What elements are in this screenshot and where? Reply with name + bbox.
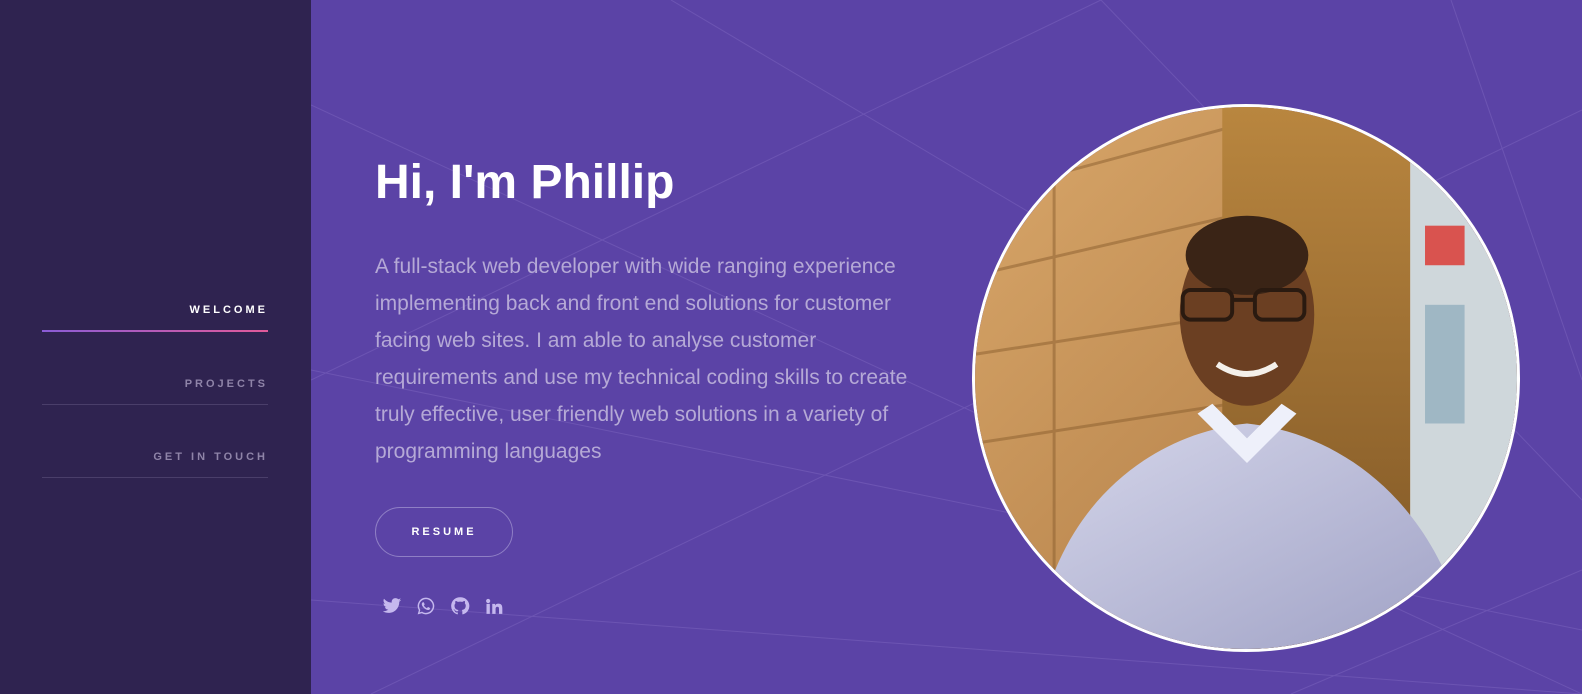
nav-item-welcome[interactable]: WELCOME — [42, 290, 268, 332]
sidebar: WELCOME PROJECTS GET IN TOUCH — [0, 0, 311, 694]
hero-section: Hi, I'm Phillip A full-stack web develop… — [375, 148, 935, 470]
whatsapp-icon[interactable] — [416, 596, 436, 616]
github-icon[interactable] — [450, 596, 470, 616]
nav-item-projects[interactable]: PROJECTS — [42, 364, 268, 405]
page-title: Hi, I'm Phillip — [375, 156, 675, 209]
sidebar-nav: WELCOME PROJECTS GET IN TOUCH — [42, 290, 268, 510]
social-links — [382, 596, 504, 616]
nav-item-get-in-touch[interactable]: GET IN TOUCH — [42, 437, 268, 478]
hero-description: A full-stack web developer with wide ran… — [375, 255, 908, 463]
twitter-icon[interactable] — [382, 596, 402, 616]
profile-photo — [972, 104, 1520, 652]
resume-button[interactable]: RESUME — [375, 507, 513, 557]
linkedin-icon[interactable] — [484, 596, 504, 616]
profile-photo-illustration — [975, 107, 1517, 649]
